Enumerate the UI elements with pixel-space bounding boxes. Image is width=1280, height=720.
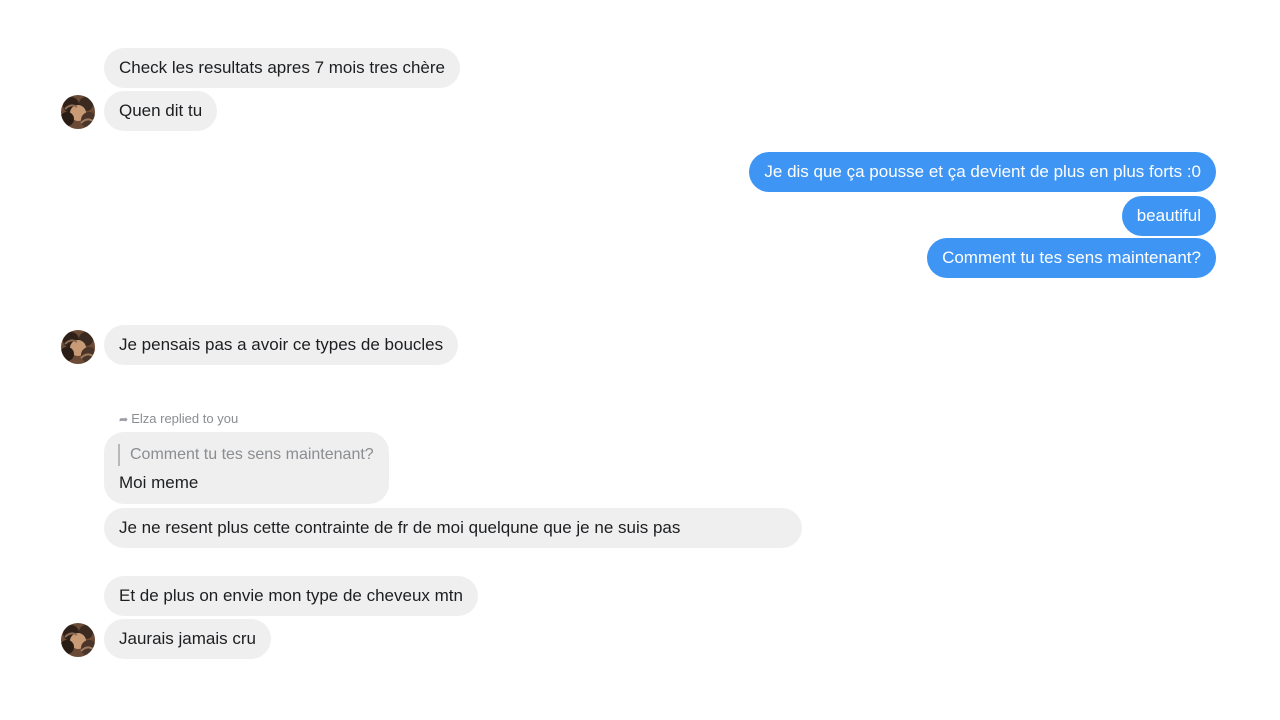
reply-note-text: Elza replied to you <box>131 411 239 426</box>
incoming-message[interactable]: Et de plus on envie mon type de cheveux … <box>104 576 478 616</box>
reply-note: ➦ Elza replied to you <box>119 410 238 429</box>
incoming-message[interactable]: Je pensais pas a avoir ce types de boucl… <box>104 325 459 365</box>
incoming-message[interactable]: Jaurais jamais cru <box>104 619 271 659</box>
outgoing-message[interactable]: Je dis que ça pousse et ça devient de pl… <box>749 152 1216 192</box>
message-text: beautiful <box>1136 206 1201 225</box>
reply-arrow-icon: ➦ <box>119 414 129 426</box>
message-text: Et de plus on envie mon type de cheveux … <box>119 586 463 605</box>
message-text: Comment tu tes sens maintenant? <box>942 248 1201 267</box>
message-text: Je dis que ça pousse et ça devient de pl… <box>764 162 1201 181</box>
message-text: Quen dit tu <box>119 101 203 120</box>
message-text: Moi meme <box>119 473 199 492</box>
incoming-message[interactable]: Quen dit tu <box>104 91 218 131</box>
contact-avatar[interactable] <box>61 623 95 657</box>
contact-avatar[interactable] <box>61 330 95 364</box>
avatar-image <box>61 623 95 657</box>
outgoing-message[interactable]: beautiful <box>1121 196 1216 236</box>
contact-avatar[interactable] <box>61 95 95 129</box>
outgoing-message[interactable]: Comment tu tes sens maintenant? <box>927 238 1216 278</box>
message-text: Check les resultats apres 7 mois tres ch… <box>119 58 445 77</box>
incoming-message[interactable]: Check les resultats apres 7 mois tres ch… <box>104 48 460 88</box>
message-text: Jaurais jamais cru <box>119 629 256 648</box>
incoming-reply-message[interactable]: Comment tu tes sens maintenant? Moi meme <box>104 432 389 504</box>
message-text: Je ne resent plus cette contrainte de fr… <box>119 518 681 537</box>
message-text: Je pensais pas a avoir ce types de boucl… <box>119 335 444 354</box>
avatar-image <box>61 95 95 129</box>
incoming-message[interactable]: Je ne resent plus cette contrainte de fr… <box>104 508 802 548</box>
quoted-message: Comment tu tes sens maintenant? <box>118 444 374 466</box>
avatar-image <box>61 330 95 364</box>
